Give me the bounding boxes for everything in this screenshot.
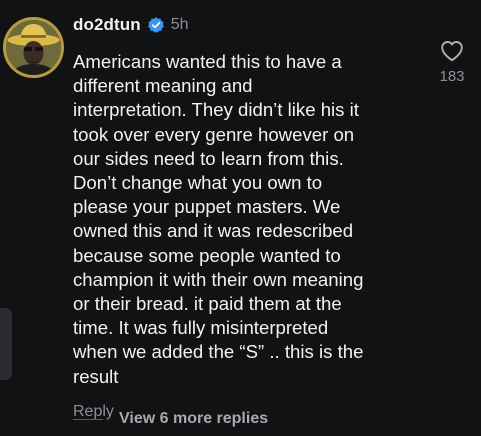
adjacent-panel-edge — [0, 308, 12, 380]
verified-badge-icon — [147, 17, 164, 33]
avatar-image-icon — [6, 20, 61, 75]
timestamp: 5h — [170, 16, 189, 33]
comment-text: Americans wanted this to have a differen… — [73, 51, 364, 387]
comment-header: do2dtun 5h — [73, 11, 408, 39]
replies-divider-line — [73, 418, 103, 420]
username[interactable]: do2dtun — [73, 15, 141, 35]
view-more-replies-button[interactable]: View 6 more replies — [73, 410, 268, 428]
comment: do2dtun 5h Americans wanted this to have… — [73, 11, 408, 421]
like-section: 183 — [424, 40, 480, 85]
view-more-replies-label: View 6 more replies — [119, 410, 269, 427]
like-count: 183 — [439, 68, 465, 85]
heart-outline-icon[interactable] — [440, 40, 464, 62]
avatar[interactable] — [3, 17, 64, 78]
